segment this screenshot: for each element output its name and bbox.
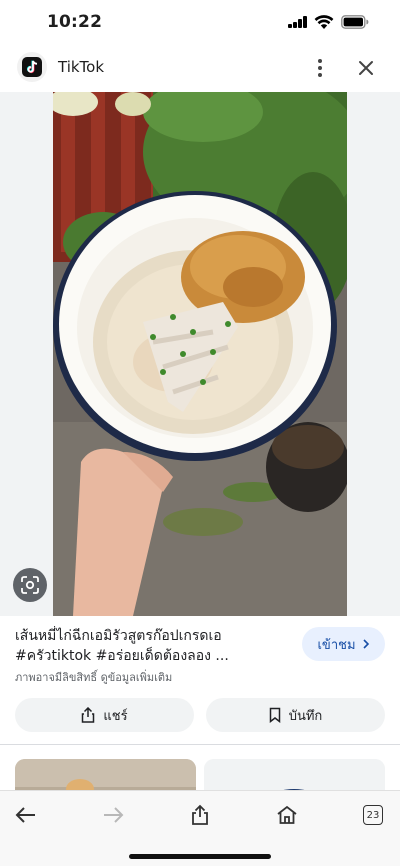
home-icon[interactable] — [271, 801, 303, 829]
lens-search-icon[interactable] — [13, 568, 47, 602]
status-time: 10:22 — [47, 12, 103, 32]
tabs-count-button[interactable]: 23 — [363, 805, 383, 825]
bookmark-icon — [269, 707, 280, 723]
related-results — [0, 745, 400, 790]
share-sheet-icon[interactable] — [184, 801, 216, 829]
source-title: TikTok — [58, 58, 105, 76]
wifi-icon — [314, 15, 334, 29]
result-info: เส้นหมี่ไก่ฉีกเอมิรัวสูตรก๊อปเกรดเอ #ครั… — [0, 616, 400, 744]
image-viewer — [0, 92, 400, 616]
result-title[interactable]: เส้นหมี่ไก่ฉีกเอมิรัวสูตรก๊อปเกรดเอ #ครั… — [15, 626, 285, 666]
save-button[interactable]: บันทึก — [206, 698, 385, 732]
chevron-right-icon — [362, 639, 369, 649]
result-image[interactable] — [53, 92, 347, 616]
back-arrow-icon[interactable] — [10, 801, 42, 829]
status-bar: 10:22 — [0, 0, 400, 46]
result-title-line-1: เส้นหมี่ไก่ฉีกเอมิรัวสูตรก๊อปเกรดเอ — [15, 628, 222, 644]
cellular-signal-icon — [288, 16, 308, 28]
browser-toolbar: 23 — [0, 790, 400, 866]
save-label: บันทึก — [288, 708, 323, 724]
related-result-card[interactable] — [15, 759, 196, 790]
copyright-note[interactable]: ภาพอาจมีลิขสิทธิ์ ดูข้อมูลเพิ่มเติม — [15, 668, 172, 686]
visit-label: เข้าชม — [317, 637, 356, 653]
visit-button[interactable]: เข้าชม — [302, 627, 385, 661]
share-label: แชร์ — [103, 708, 128, 724]
share-icon — [82, 707, 95, 723]
close-icon[interactable] — [352, 54, 380, 82]
share-button[interactable]: แชร์ — [15, 698, 194, 732]
forward-arrow-icon[interactable] — [97, 801, 129, 829]
more-options-icon[interactable] — [306, 54, 334, 82]
home-indicator — [129, 854, 271, 859]
related-result-card[interactable] — [204, 759, 385, 790]
tiktok-logo-icon — [17, 52, 47, 82]
battery-icon — [341, 15, 369, 29]
result-title-line-2: #ครัวtiktok #อร่อยเด็ดต้องลอง ... — [15, 648, 229, 664]
image-source-bar: TikTok — [0, 46, 400, 92]
